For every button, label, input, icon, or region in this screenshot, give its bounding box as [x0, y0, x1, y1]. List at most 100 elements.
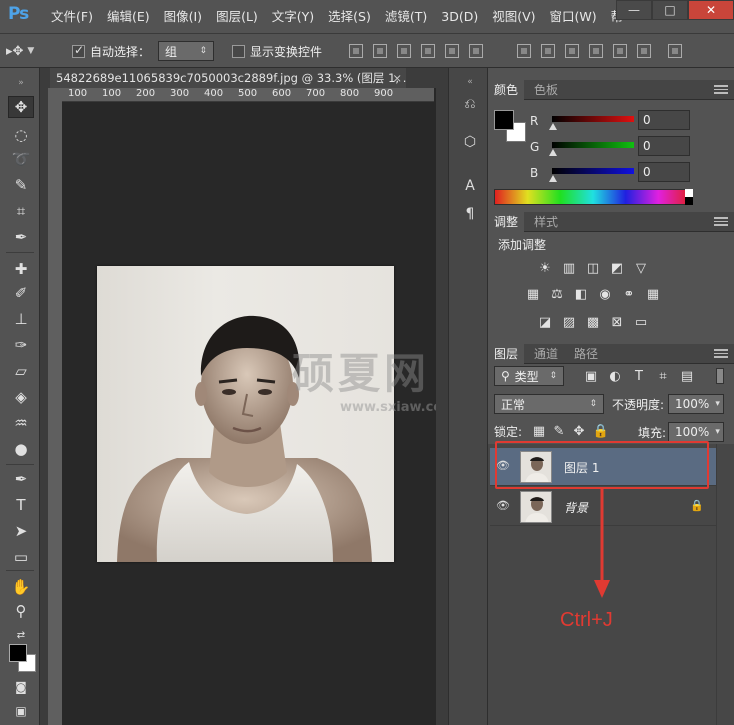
blend-mode-dropdown[interactable]: 正常 ⇕: [494, 394, 604, 414]
tab-swatches[interactable]: 色板: [528, 80, 564, 100]
invert-icon[interactable]: ◪: [536, 314, 554, 330]
filter-pixel-icon[interactable]: ▣: [582, 368, 600, 384]
character-panel-icon[interactable]: A: [459, 176, 481, 196]
stamp-tool-icon[interactable]: ⊥: [8, 308, 34, 330]
filter-smart-object-icon[interactable]: ▤: [678, 368, 696, 384]
vibrance-icon[interactable]: ▽: [632, 260, 650, 276]
menu-file[interactable]: 文件(F): [44, 0, 100, 34]
bucket-tool-icon[interactable]: ◈: [8, 386, 34, 408]
distribute-vcenter-icon[interactable]: [541, 44, 555, 58]
tab-channels[interactable]: 通道: [528, 344, 564, 364]
3d-panel-icon[interactable]: ⬡: [459, 132, 481, 152]
filter-toggle[interactable]: [716, 368, 724, 384]
selective-color-icon[interactable]: ⊠: [608, 314, 626, 330]
brightness-icon[interactable]: ☀: [536, 260, 554, 276]
shape-tool-icon[interactable]: ▭: [8, 546, 34, 568]
fg-color-chip[interactable]: [494, 110, 514, 130]
foreground-color-swatch[interactable]: [9, 644, 27, 662]
slider-blue-value[interactable]: 0: [638, 162, 690, 182]
gradient-map-icon[interactable]: ▭: [632, 314, 650, 330]
auto-select-checkbox[interactable]: [72, 43, 85, 58]
lock-all-icon[interactable]: 🔒: [592, 423, 610, 439]
zoom-tool-icon[interactable]: ⚲: [8, 600, 34, 622]
show-transform-checkbox[interactable]: [232, 44, 245, 58]
menu-type[interactable]: 文字(Y): [265, 0, 321, 34]
filter-adjustment-icon[interactable]: ◐: [606, 368, 624, 384]
path-select-tool-icon[interactable]: ➤: [8, 520, 34, 542]
maximize-button[interactable]: □: [652, 0, 688, 20]
slider-blue-track[interactable]: [552, 168, 634, 174]
tab-color[interactable]: 颜色: [488, 80, 525, 100]
align-bottom-icon[interactable]: [397, 44, 411, 58]
threshold-icon[interactable]: ▩: [584, 314, 602, 330]
lasso-tool-icon[interactable]: ➰: [8, 148, 34, 170]
hue-saturation-icon[interactable]: ▦: [524, 286, 542, 302]
healing-tool-icon[interactable]: ✚: [8, 258, 34, 280]
hand-tool-icon[interactable]: ✋: [8, 576, 34, 598]
type-tool-icon[interactable]: T: [8, 494, 34, 516]
menu-3d[interactable]: 3D(D): [434, 0, 485, 34]
tab-adjustments[interactable]: 调整: [488, 212, 525, 232]
opacity-field[interactable]: 100% ▾: [668, 394, 724, 414]
document-tab[interactable]: 54822689e11065839c7050003c2889f.jpg @ 33…: [50, 68, 406, 88]
align-vcenter-icon[interactable]: [373, 44, 387, 58]
toolbox-collapse-icon[interactable]: »: [8, 72, 34, 94]
slider-red-knob[interactable]: [549, 123, 557, 130]
slider-red-track[interactable]: [552, 116, 634, 122]
levels-icon[interactable]: ▥: [560, 260, 578, 276]
layer-filter-dropdown[interactable]: ⚲ 类型 ⇕: [494, 366, 564, 386]
marquee-tool-icon[interactable]: ◌: [8, 124, 34, 146]
eraser-tool-icon[interactable]: ▱: [8, 360, 34, 382]
close-button[interactable]: ✕: [688, 0, 734, 20]
eye-icon[interactable]: 👁: [496, 499, 510, 513]
move-tool-preset[interactable]: ▸✥ ▼: [6, 34, 34, 68]
show-transform-group[interactable]: 显示变换控件: [232, 34, 322, 68]
pen-tool-icon[interactable]: ✒: [8, 468, 34, 490]
lock-image-icon[interactable]: ✎: [550, 423, 568, 439]
channel-mixer-icon[interactable]: ⚭: [620, 286, 638, 302]
slider-red-value[interactable]: 0: [638, 110, 690, 130]
slider-blue[interactable]: B 0: [494, 162, 734, 186]
menu-window[interactable]: 窗口(W): [543, 0, 604, 34]
auto-align-icon[interactable]: [668, 44, 682, 58]
slider-green-knob[interactable]: [549, 149, 557, 156]
spectrum-white-chip[interactable]: [685, 189, 693, 197]
minimize-button[interactable]: —: [616, 0, 652, 20]
distribute-hcenter-icon[interactable]: [613, 44, 627, 58]
color-balance-icon[interactable]: ⚖: [548, 286, 566, 302]
menu-filter[interactable]: 滤镜(T): [378, 0, 434, 34]
posterize-icon[interactable]: ▨: [560, 314, 578, 330]
move-tool-icon[interactable]: ✥: [8, 96, 34, 118]
distribute-bottom-icon[interactable]: [565, 44, 579, 58]
quick-select-tool-icon[interactable]: ✎: [8, 174, 34, 196]
slider-red[interactable]: R 0: [494, 110, 734, 134]
screen-mode-icon[interactable]: ▣: [8, 700, 34, 722]
quick-mask-icon[interactable]: ◙: [8, 676, 34, 698]
crop-tool-icon[interactable]: ⌗: [8, 200, 34, 222]
tab-styles[interactable]: 样式: [528, 212, 564, 232]
color-spectrum-bar[interactable]: [494, 189, 692, 205]
panel-menu-icon[interactable]: [714, 349, 728, 358]
paragraph-panel-icon[interactable]: ¶: [459, 204, 481, 224]
distribute-left-icon[interactable]: [589, 44, 603, 58]
menu-select[interactable]: 选择(S): [321, 0, 378, 34]
color-lookup-icon[interactable]: ▦: [644, 286, 662, 302]
lock-transparent-icon[interactable]: ▦: [530, 423, 548, 439]
layers-scrollbar[interactable]: [716, 444, 734, 725]
brush-tool-icon[interactable]: ✐: [8, 282, 34, 304]
lock-position-icon[interactable]: ✥: [570, 423, 588, 439]
filter-type-icon[interactable]: T: [630, 368, 648, 384]
panel-menu-icon[interactable]: [714, 85, 728, 94]
history-panel-icon[interactable]: ⎌: [459, 94, 481, 114]
menu-image[interactable]: 图像(I): [157, 0, 209, 34]
tab-layers[interactable]: 图层: [488, 344, 525, 364]
history-brush-tool-icon[interactable]: ✑: [8, 334, 34, 356]
panel-menu-icon[interactable]: [714, 217, 728, 226]
photo-filter-icon[interactable]: ◉: [596, 286, 614, 302]
align-top-icon[interactable]: [349, 44, 363, 58]
dodge-tool-icon[interactable]: ●: [8, 438, 34, 460]
blur-tool-icon[interactable]: ♒: [8, 412, 34, 434]
auto-select-checkbox-group[interactable]: 自动选择：: [72, 34, 150, 68]
tab-paths[interactable]: 路径: [568, 344, 604, 364]
spectrum-black-chip[interactable]: [685, 197, 693, 205]
